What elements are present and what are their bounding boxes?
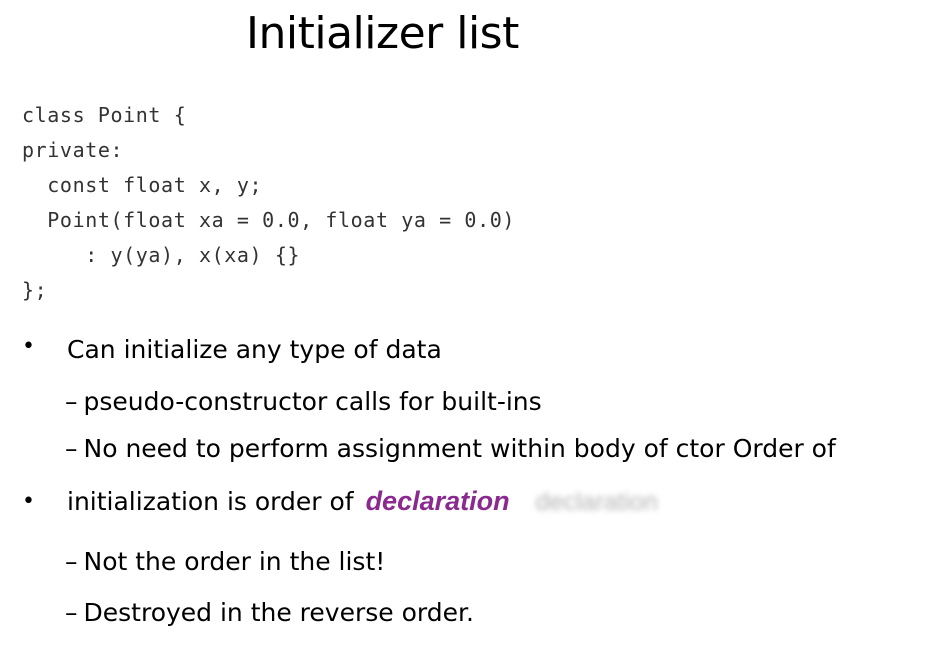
bullet-text: Can initialize any type of data — [67, 335, 442, 364]
emphasis-word: declaration — [365, 486, 510, 516]
code-line: Point(float xa = 0.0, float ya = 0.0) — [22, 208, 515, 232]
sub-bullet-text: Not the order in the list! — [83, 547, 386, 576]
sub-bullet-item: – pseudo-constructor calls for built-ins — [65, 385, 542, 419]
code-line: private: — [22, 138, 124, 162]
blurred-ghost-text: declaration — [535, 488, 658, 516]
sub-bullet-text: Destroyed in the reverse order. — [83, 598, 474, 627]
sub-bullet-text: No need to perform assignment within bod… — [83, 434, 836, 463]
dash-marker: – — [65, 434, 78, 463]
code-line: }; — [22, 278, 48, 302]
sub-bullet-item: – Destroyed in the reverse order. — [65, 596, 474, 630]
bullet-marker: • — [22, 489, 35, 514]
code-line: class Point { — [22, 103, 187, 127]
sub-bullet-item: – Not the order in the list! — [65, 545, 385, 579]
slide-title: Initializer list — [246, 8, 519, 59]
sub-bullet-text: pseudo-constructor calls for built-ins — [83, 387, 542, 416]
bullet-marker: • — [22, 334, 35, 359]
code-line: const float x, y; — [22, 173, 263, 197]
dash-marker: – — [65, 387, 78, 416]
bullet-item: Can initialize any type of data — [67, 333, 442, 367]
dash-marker: – — [65, 547, 78, 576]
code-line: : y(ya), x(xa) {} — [22, 243, 301, 267]
bullet-text: initialization is order of — [67, 487, 354, 516]
sub-bullet-item: – No need to perform assignment within bo… — [65, 432, 836, 466]
bullet-item: initialization is order of declaration d… — [67, 484, 658, 519]
dash-marker: – — [65, 598, 78, 627]
